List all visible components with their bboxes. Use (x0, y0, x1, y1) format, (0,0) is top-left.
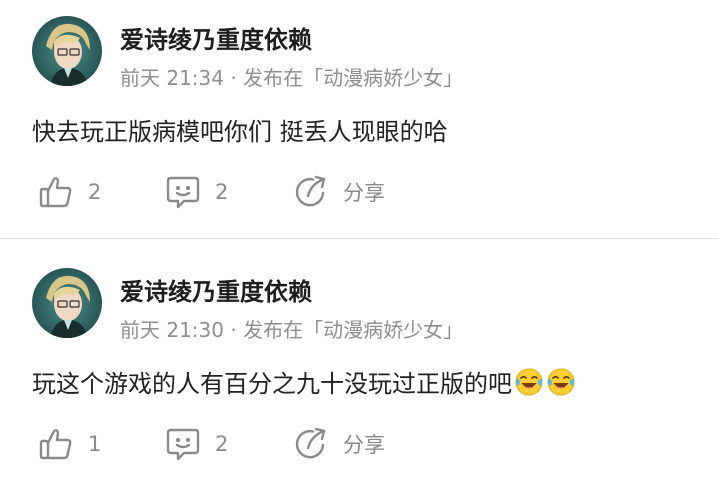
post-text: 快去玩正版病模吧你们 挺丢人现眼的哈 (32, 112, 448, 147)
post-divider (0, 238, 719, 239)
comment-count: 2 (215, 180, 229, 204)
comment-button[interactable]: 2 (165, 422, 228, 466)
like-button[interactable]: 2 (38, 170, 101, 214)
action-bar: 2 2 分享 (0, 170, 719, 214)
username[interactable]: 爱诗绫乃重度依赖 (120, 20, 312, 55)
share-label: 分享 (343, 433, 385, 457)
post-item: 爱诗绫乃重度依赖 前天 21:30 · 发布在「动漫病娇少女」 玩这个游戏的人有… (0, 252, 719, 492)
post-item: 爱诗绫乃重度依赖 前天 21:34 · 发布在「动漫病娇少女」 快去玩正版病模吧… (0, 0, 719, 240)
share-button[interactable]: 分享 (293, 422, 385, 466)
avatar[interactable] (32, 16, 102, 86)
comment-icon (165, 174, 201, 210)
thumbs-up-icon (38, 174, 74, 210)
comment-button[interactable]: 2 (165, 170, 228, 214)
comment-count: 2 (215, 432, 229, 456)
share-label: 分享 (343, 181, 385, 205)
post-meta: 前天 21:34 · 发布在「动漫病娇少女」 (120, 66, 464, 90)
like-count: 1 (88, 432, 102, 456)
post-text-content: 玩这个游戏的人有百分之九十没玩过正版的吧 (32, 370, 512, 398)
share-icon (293, 174, 329, 210)
action-bar: 1 2 分享 (0, 422, 719, 466)
avatar[interactable] (32, 268, 102, 338)
comment-icon (165, 426, 201, 462)
post-text: 玩这个游戏的人有百分之九十没玩过正版的吧 (32, 364, 576, 399)
post-meta: 前天 21:30 · 发布在「动漫病娇少女」 (120, 318, 464, 342)
laughing-crying-emoji (546, 367, 576, 397)
username[interactable]: 爱诗绫乃重度依赖 (120, 272, 312, 307)
like-button[interactable]: 1 (38, 422, 101, 466)
laughing-crying-emoji (514, 367, 544, 397)
like-count: 2 (88, 180, 102, 204)
thumbs-up-icon (38, 426, 74, 462)
post-text-content: 快去玩正版病模吧你们 挺丢人现眼的哈 (32, 118, 448, 146)
share-icon (293, 426, 329, 462)
share-button[interactable]: 分享 (293, 170, 385, 214)
